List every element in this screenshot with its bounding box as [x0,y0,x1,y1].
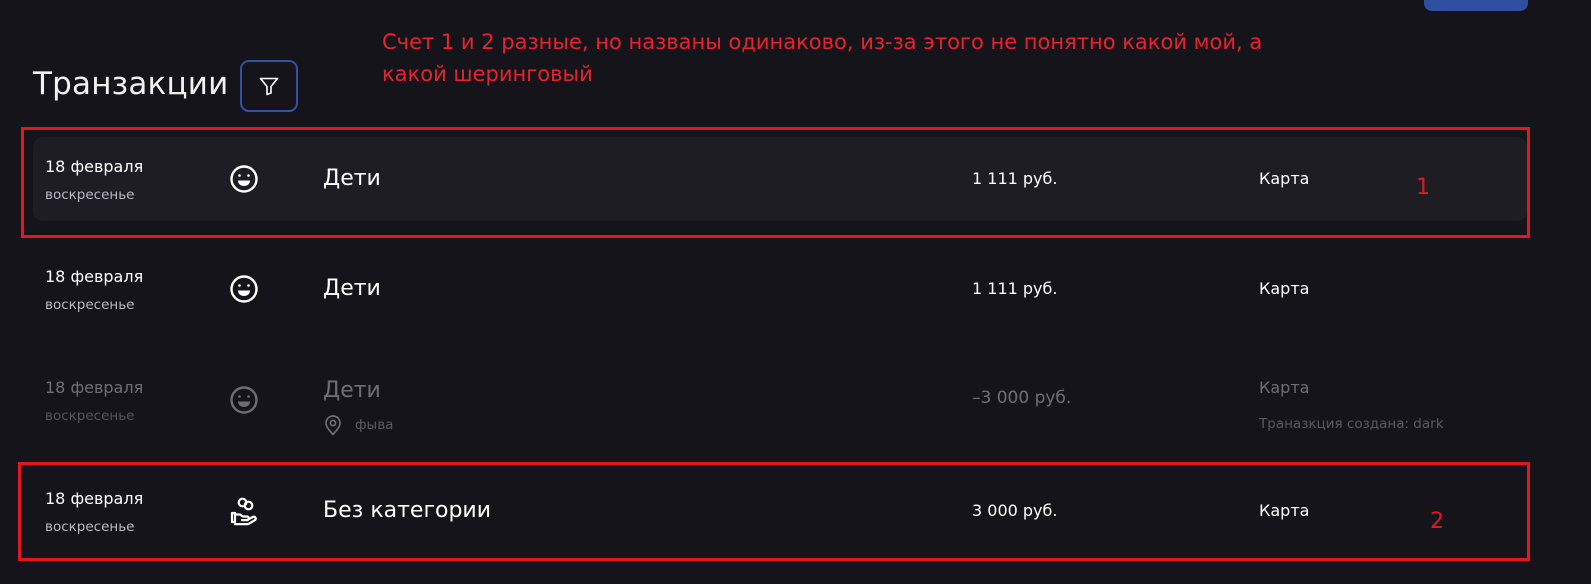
annotation-highlight-2 [18,462,1530,561]
transaction-date: 18 февраля [45,378,144,397]
transaction-category: Дети [323,378,381,403]
annotation-highlight-1 [21,127,1530,238]
transaction-account: Карта [1259,279,1310,298]
transaction-weekday: воскресенье [45,408,135,424]
top-action-button[interactable] [1424,0,1528,11]
transaction-place-label: фыва [355,417,394,433]
transaction-row-2[interactable]: 18 февраля воскресенье Дети 1 111 руб. К… [33,247,1527,331]
page-title: Транзакции [33,66,229,102]
annotation-comment: Счет 1 и 2 разные, но названы одинаково,… [382,30,1263,86]
annotation-marker-1: 1 [1416,175,1430,200]
transaction-amount: 1 111 руб. [972,279,1058,298]
transaction-category: Дети [323,276,381,301]
smiley-icon [230,386,258,414]
transaction-place: фыва [323,414,393,436]
transaction-creator: Траназкция создана: dark [1259,416,1444,432]
location-pin-icon [325,415,341,436]
transaction-date: 18 февраля [45,267,144,286]
transaction-weekday: воскресенье [45,297,135,313]
filter-icon [259,77,279,96]
transaction-amount: –3 000 руб. [972,388,1072,408]
transaction-account: Карта [1259,378,1310,397]
annotation-marker-2: 2 [1430,509,1444,534]
smiley-icon [230,275,258,303]
transaction-row-3[interactable]: 18 февраля воскресенье Дети фыва –3 000 … [33,358,1527,442]
filter-button[interactable] [240,60,298,112]
